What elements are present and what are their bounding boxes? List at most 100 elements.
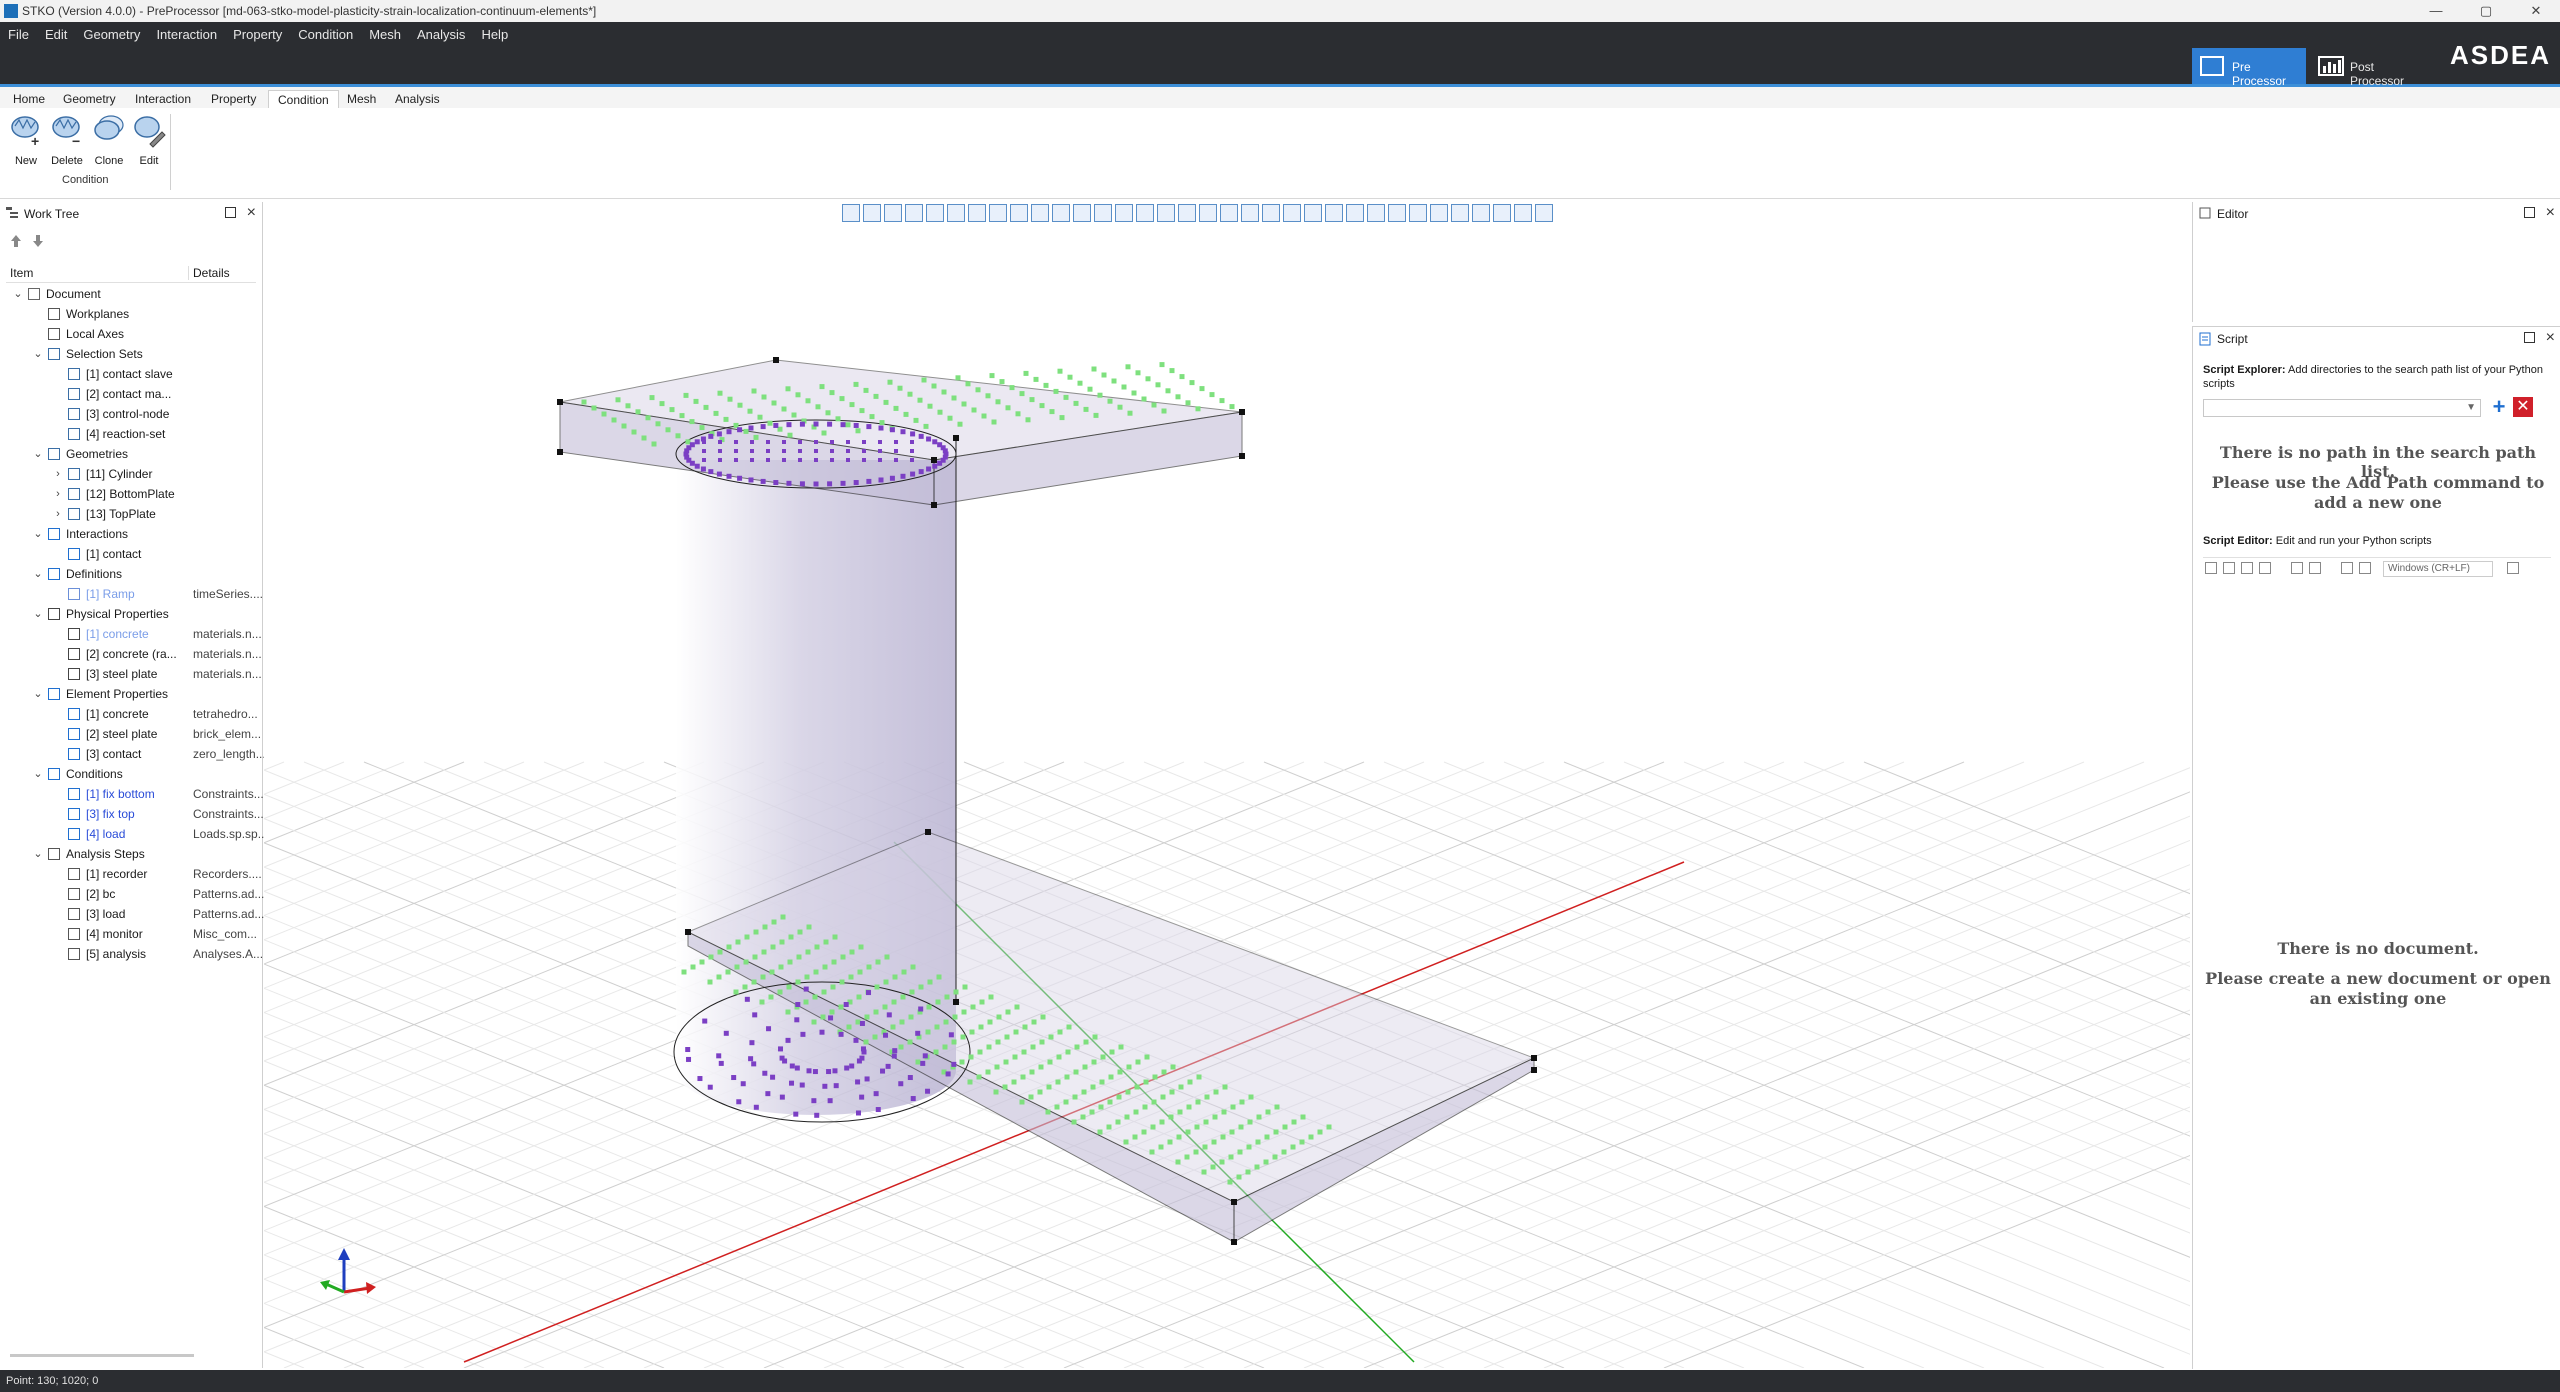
- collapse-icon[interactable]: ⌄: [32, 604, 44, 624]
- tree-row[interactable]: [1] contact: [6, 544, 258, 564]
- pre-processor-button[interactable]: Pre Processor: [2192, 48, 2306, 88]
- undo-icon[interactable]: [2291, 562, 2303, 574]
- tree-row[interactable]: ⌄ Analysis Steps: [6, 844, 258, 864]
- model-canvas[interactable]: [264, 202, 2190, 1368]
- expand-icon[interactable]: ›: [52, 464, 64, 484]
- tree-row[interactable]: › [12] BottomPlate: [6, 484, 258, 504]
- tree-row[interactable]: ⌄ Interactions: [6, 524, 258, 544]
- tree-row[interactable]: ⌄ Element Properties: [6, 684, 258, 704]
- post-processor-button[interactable]: Post Processor: [2310, 48, 2426, 88]
- tree-row[interactable]: [1] concrete tetrahedro...: [6, 704, 258, 724]
- collapse-icon[interactable]: ⌄: [32, 684, 44, 704]
- search-path-combo[interactable]: ▼: [2203, 399, 2481, 417]
- tab-mesh[interactable]: Mesh: [338, 90, 385, 108]
- close-icon[interactable]: ×: [2546, 204, 2555, 222]
- edit-condition-icon: [134, 116, 166, 148]
- collapse-icon[interactable]: ⌄: [32, 564, 44, 584]
- tree-row[interactable]: › [13] TopPlate: [6, 504, 258, 524]
- save-file-icon[interactable]: [2241, 562, 2253, 574]
- menu-help[interactable]: Help: [473, 25, 516, 45]
- definition-icon: [48, 568, 60, 580]
- collapse-icon[interactable]: ⌄: [32, 764, 44, 784]
- menu-condition[interactable]: Condition: [290, 25, 361, 45]
- tree-row[interactable]: Local Axes: [6, 324, 258, 344]
- new-condition-icon: +: [11, 116, 39, 149]
- tree-row[interactable]: [3] load Patterns.ad...: [6, 904, 264, 924]
- menu-mesh[interactable]: Mesh: [361, 25, 409, 45]
- move-down-icon[interactable]: [33, 235, 43, 247]
- tree-row[interactable]: [1] recorder Recorders....: [6, 864, 262, 884]
- tree-row[interactable]: [2] bc Patterns.ad...: [6, 884, 264, 904]
- save-as-icon[interactable]: [2259, 562, 2271, 574]
- line-ending-select[interactable]: Windows (CR+LF): [2383, 561, 2493, 577]
- tree-row[interactable]: [1] Ramp timeSeries....: [6, 584, 263, 604]
- tree-row[interactable]: [1] concrete materials.n...: [6, 624, 262, 644]
- tree-row[interactable]: [1] contact slave: [6, 364, 258, 384]
- tree-row[interactable]: ⌄ Selection Sets: [6, 344, 258, 364]
- collapse-icon[interactable]: ⌄: [12, 284, 24, 304]
- menu-analysis[interactable]: Analysis: [409, 25, 473, 45]
- close-icon[interactable]: ×: [2546, 329, 2555, 347]
- minimize-button[interactable]: —: [2414, 0, 2458, 22]
- clone-condition-button[interactable]: Clone: [88, 114, 130, 167]
- tree-row[interactable]: ⌄ Conditions: [6, 764, 258, 784]
- tree-row[interactable]: [5] analysis Analyses.A...: [6, 944, 263, 964]
- tree-row[interactable]: [3] steel plate materials.n...: [6, 664, 262, 684]
- new-file-icon[interactable]: [2205, 562, 2217, 574]
- collapse-icon[interactable]: ⌄: [32, 844, 44, 864]
- tree-row[interactable]: [3] contact zero_length...: [6, 744, 266, 764]
- menu-file[interactable]: File: [0, 25, 37, 45]
- close-window-button[interactable]: ✕: [2514, 0, 2558, 22]
- tree-row[interactable]: ⌄ Document: [6, 284, 258, 304]
- restore-icon[interactable]: [225, 207, 236, 218]
- tree-row[interactable]: ⌄ Geometries: [6, 444, 258, 464]
- remove-path-button[interactable]: ✕: [2513, 397, 2533, 417]
- run-icon[interactable]: [2507, 562, 2519, 574]
- tab-geometry[interactable]: Geometry: [54, 90, 125, 108]
- expand-icon[interactable]: ›: [52, 484, 64, 504]
- redo-icon[interactable]: [2309, 562, 2321, 574]
- move-up-icon[interactable]: [11, 235, 21, 247]
- menu-interaction[interactable]: Interaction: [148, 25, 225, 45]
- tab-condition[interactable]: Condition: [268, 90, 339, 109]
- tree-row[interactable]: [1] fix bottom Constraints....: [6, 784, 267, 804]
- collapse-icon[interactable]: ⌄: [32, 524, 44, 544]
- tree-row[interactable]: [2] steel plate brick_elem...: [6, 724, 261, 744]
- add-path-button[interactable]: +: [2489, 396, 2509, 418]
- restore-icon[interactable]: [2524, 207, 2535, 218]
- indent-icon[interactable]: [2341, 562, 2353, 574]
- tree-row[interactable]: › [11] Cylinder: [6, 464, 258, 484]
- delete-condition-button[interactable]: − Delete: [46, 114, 88, 167]
- close-icon[interactable]: ×: [247, 204, 256, 222]
- tree-row[interactable]: [3] fix top Constraints....: [6, 804, 267, 824]
- tree-row[interactable]: [4] reaction-set: [6, 424, 258, 444]
- new-condition-button[interactable]: + New: [5, 114, 47, 167]
- open-file-icon[interactable]: [2223, 562, 2235, 574]
- tree-row[interactable]: [3] control-node: [6, 404, 258, 424]
- menu-geometry[interactable]: Geometry: [75, 25, 148, 45]
- tree-row[interactable]: [2] contact ma...: [6, 384, 258, 404]
- horizontal-scrollbar[interactable]: [10, 1354, 194, 1357]
- tree-row[interactable]: Workplanes: [6, 304, 258, 324]
- menu-edit[interactable]: Edit: [37, 25, 75, 45]
- tree-row[interactable]: ⌄ Definitions: [6, 564, 258, 584]
- tab-interaction[interactable]: Interaction: [126, 90, 200, 108]
- tab-home[interactable]: Home: [4, 90, 54, 108]
- tree-row-label: Geometries: [66, 447, 129, 461]
- tree-row[interactable]: [4] monitor Misc_com...: [6, 924, 258, 944]
- tab-analysis[interactable]: Analysis: [386, 90, 449, 108]
- script-explorer-label: Script Explorer: Add directories to the …: [2203, 364, 2543, 390]
- tree-row[interactable]: [2] concrete (ra... materials.n...: [6, 644, 262, 664]
- menu-property[interactable]: Property: [225, 25, 290, 45]
- maximize-button[interactable]: ▢: [2464, 0, 2508, 22]
- clone-condition-icon: [94, 115, 124, 140]
- tree-row[interactable]: [4] load Loads.sp.sp....: [6, 824, 271, 844]
- restore-icon[interactable]: [2524, 332, 2535, 343]
- collapse-icon[interactable]: ⌄: [32, 344, 44, 364]
- tab-property[interactable]: Property: [202, 90, 265, 108]
- collapse-icon[interactable]: ⌄: [32, 444, 44, 464]
- 3d-viewport[interactable]: [264, 202, 2190, 1368]
- tree-row[interactable]: ⌄ Physical Properties: [6, 604, 258, 624]
- edit-condition-button[interactable]: Edit: [128, 114, 170, 167]
- expand-icon[interactable]: ›: [52, 504, 64, 524]
